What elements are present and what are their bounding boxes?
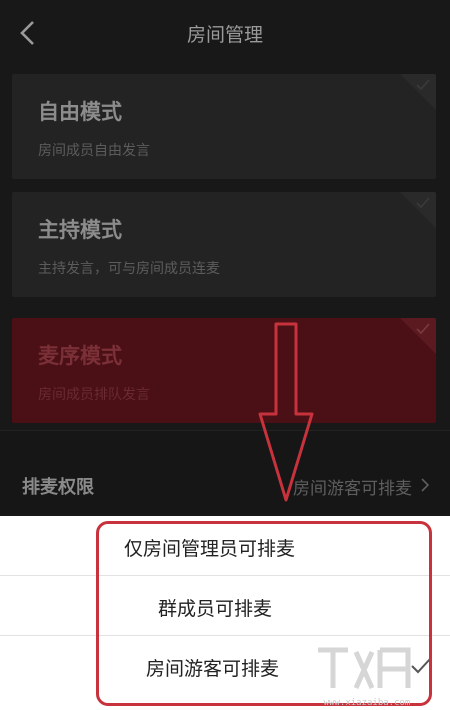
mode-title: 麦序模式	[38, 344, 122, 368]
checkmark-icon	[416, 323, 430, 335]
mode-description: 房间成员自由发言	[38, 143, 150, 159]
header: 房间管理	[0, 0, 450, 66]
page-title: 房间管理	[186, 24, 263, 46]
mode-description: 主持发言，可与房间成员连麦	[38, 261, 220, 277]
watermark-logo: www.xiazaiba.com	[312, 644, 422, 708]
watermark-graphic	[318, 647, 411, 690]
down-arrow-icon	[258, 322, 314, 502]
permission-label: 排麦权限	[22, 477, 94, 498]
mode-card-host[interactable]: 主持模式 主持发言，可与房间成员连麦	[12, 192, 436, 297]
mode-card-free[interactable]: 自由模式 房间成员自由发言	[12, 74, 436, 179]
watermark-text: www.xiazaiba.com	[323, 698, 411, 708]
mode-card-queue[interactable]: 麦序模式 房间成员排队发言	[12, 318, 436, 423]
checkmark-icon	[416, 197, 430, 209]
mode-title: 自由模式	[38, 100, 122, 124]
mode-title: 主持模式	[38, 218, 122, 242]
chevron-right-icon	[421, 478, 430, 492]
mode-description: 房间成员排队发言	[38, 387, 150, 403]
queue-permission-row[interactable]: 排麦权限 房间游客可排麦	[0, 430, 450, 514]
checkmark-icon	[416, 79, 430, 91]
